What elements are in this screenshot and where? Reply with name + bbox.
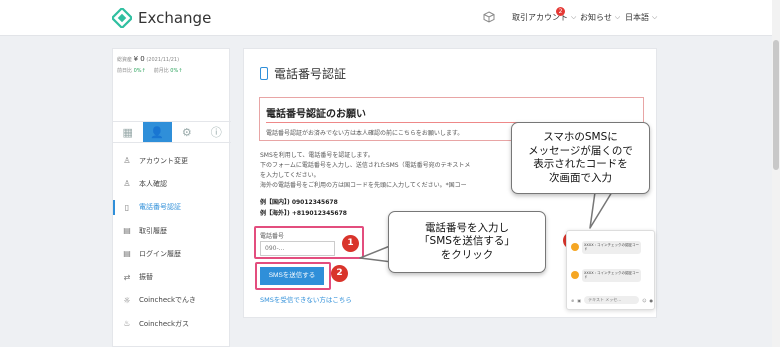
user-edit-icon: ♙	[123, 156, 131, 166]
phone-icon: ▯	[124, 202, 130, 212]
nav-language-label: 日本語	[625, 13, 649, 22]
help-icon: ⓘ	[210, 126, 222, 139]
brand-name: Exchange	[138, 9, 212, 27]
total-assets: 総資産 ¥ 0 (2021/11/21)	[117, 55, 179, 63]
gas-icon: ♨	[123, 319, 131, 329]
gear-icon: ⚙	[181, 125, 192, 139]
mic-icon[interactable]: ●	[650, 298, 654, 303]
sms-preview-card: XXXX : コインチェックの認証コード XXXX : コインチェックの認証コー…	[566, 230, 655, 310]
sidebar-item-label: 電話番号認証	[139, 203, 181, 212]
sidebar-menu: ♙ アカウント変更 ♙ 本人確認 ▯ 電話番号認証 ▤ 取引履歴 ▤ ログイン履歴 ⇄ 振替…	[113, 149, 231, 335]
sidebar-item-label: 本人確認	[139, 179, 167, 188]
sidebar-item-label: アカウント変更	[139, 156, 188, 165]
instruction-line: SMSを利用して、電話番号を認証します。	[260, 152, 374, 159]
sms-compose-input[interactable]: テキスト メッセ...	[584, 296, 640, 304]
tab-settings[interactable]: ⚙	[172, 122, 202, 142]
sidebar-item-phone-verification[interactable]: ▯ 電話番号認証	[113, 196, 231, 219]
image-icon[interactable]: ▣	[577, 298, 581, 303]
notice-title: 電話番号認証のお願い	[266, 109, 366, 120]
avatar	[571, 243, 579, 251]
tab-help[interactable]: ⓘ	[202, 122, 232, 142]
sidebar-item-label: Coincheckでんき	[139, 296, 197, 305]
example-overseas: 例【海外】) +819012345678	[260, 210, 347, 217]
prev-month-value: 0%↑	[170, 68, 183, 74]
callout-line: メッセージが届くので	[528, 144, 633, 157]
sidebar-item-label: ログイン履歴	[139, 249, 181, 258]
scrollbar[interactable]	[772, 0, 780, 347]
example-domestic: 例【国内】) 09012345678	[260, 199, 338, 206]
sidebar-tabs: ▦ 👤 ⚙ ⓘ	[113, 121, 231, 143]
scrollbar-thumb[interactable]	[773, 40, 779, 170]
nav-language[interactable]: 日本語 ⌵	[625, 12, 657, 23]
transfer-icon: ⇄	[123, 272, 131, 282]
top-bar: Exchange 取引アカウント ⌵ 2 お知らせ ⌵ 日本語 ⌵	[0, 0, 780, 36]
step-2-badge: 2	[331, 265, 348, 282]
total-assets-value: ¥ 0	[133, 55, 145, 63]
tab-account[interactable]: 👤	[142, 122, 172, 142]
change-rates: 前日比 0%↑ 前月比 0%↑	[117, 67, 182, 74]
sidebar-item-login-history[interactable]: ▤ ログイン履歴	[113, 242, 231, 265]
total-assets-label: 総資産	[117, 57, 133, 63]
sidebar-item-label: 振替	[139, 273, 153, 282]
callout-line: をクリック	[440, 248, 494, 261]
sms-help-link[interactable]: SMSを受信できない方はこちら	[260, 294, 352, 304]
callout-line: 表示されたコードを	[533, 158, 628, 170]
emoji-icon[interactable]: ☺	[642, 298, 646, 303]
sidebar-item-account-change[interactable]: ♙ アカウント変更	[113, 149, 231, 172]
sidebar-item-denki[interactable]: ☼ Coincheckでんき	[113, 289, 231, 312]
highlight-box-button	[255, 262, 331, 290]
instruction-line: を入力してください。	[260, 172, 320, 179]
sidebar-item-label: 取引履歴	[139, 226, 167, 235]
sidebar: 総資産 ¥ 0 (2021/11/21) 前日比 0%↑ 前月比 0%↑ ▦ 👤…	[112, 48, 231, 347]
chevron-down-icon: ⌵	[571, 13, 577, 21]
notice-text: 電話番号認証がお済みでない方は本人確認の前にこちらをお願いします。	[266, 130, 464, 137]
prev-month-label: 前月比	[153, 68, 169, 74]
nav-news[interactable]: お知らせ ⌵	[580, 12, 620, 23]
nav-trade-account[interactable]: 取引アカウント ⌵	[512, 12, 576, 23]
instruction-line: 下のフォームに電話番号を入力し、送信されたSMS（電話番号宛のテキストメ	[260, 162, 471, 169]
page-title: 電話番号認証	[260, 65, 346, 82]
step-1-badge: 1	[342, 235, 359, 252]
callout-line: 「SMSを送信する」	[419, 235, 515, 248]
nav-news-label: お知らせ	[580, 13, 612, 22]
login-history-icon: ▤	[123, 249, 131, 259]
avatar	[571, 271, 579, 279]
user-icon: 👤	[150, 125, 165, 139]
sidebar-item-identity[interactable]: ♙ 本人確認	[113, 172, 231, 195]
sidebar-item-gas[interactable]: ♨ Coincheckガス	[113, 312, 231, 335]
tab-grid[interactable]: ▦	[113, 122, 143, 142]
callout-line: スマホのSMSに	[543, 131, 618, 143]
phone-icon	[260, 67, 268, 80]
sms-message: XXXX : コインチェックの認証コード	[571, 239, 641, 255]
chevron-down-icon: ⌵	[614, 13, 621, 21]
cube-icon[interactable]	[483, 11, 495, 23]
page-title-text: 電話番号認証	[274, 67, 347, 81]
chevron-down-icon: ⌵	[652, 13, 658, 21]
brand-logo[interactable]: Exchange	[112, 8, 211, 28]
prev-day-value: 0%↑	[133, 68, 146, 74]
sidebar-item-transfer[interactable]: ⇄ 振替	[113, 265, 231, 288]
sms-message-text: XXXX : コインチェックの認証コード	[582, 240, 641, 254]
bulb-icon: ☼	[123, 295, 131, 305]
notification-badge: 2	[556, 7, 565, 16]
callout-line: 次画面で入力	[549, 171, 612, 184]
callout-bubble-left: 電話番号を入力し 「SMSを送信する」 をクリック	[388, 211, 546, 273]
history-icon: ▤	[123, 226, 131, 236]
grid-icon: ▦	[122, 125, 133, 139]
sms-compose-bar: ⊕ ▣ テキスト メッセ... ☺ ●	[571, 295, 653, 305]
coincheck-logo-icon	[112, 8, 132, 28]
sidebar-item-label: Coincheckガス	[139, 319, 190, 328]
callout-line: 電話番号を入力し	[425, 221, 509, 234]
total-assets-date: (2021/11/21)	[146, 57, 180, 63]
sidebar-item-trade-history[interactable]: ▤ 取引履歴	[113, 219, 231, 242]
prev-day-label: 前日比	[117, 68, 133, 74]
instruction-line: 海外の電話番号をご利用の方は国コードを先頭に入力してください。*国コー	[260, 182, 467, 189]
callout-bubble-right: スマホのSMSに メッセージが届くので 表示されたコードを 次画面で入力	[511, 122, 650, 194]
sms-message-text: XXXX : コインチェックの認証コード	[582, 268, 641, 282]
id-icon: ♙	[123, 179, 131, 189]
sms-message: XXXX : コインチェックの認証コード	[571, 267, 641, 283]
plus-icon[interactable]: ⊕	[571, 298, 574, 303]
